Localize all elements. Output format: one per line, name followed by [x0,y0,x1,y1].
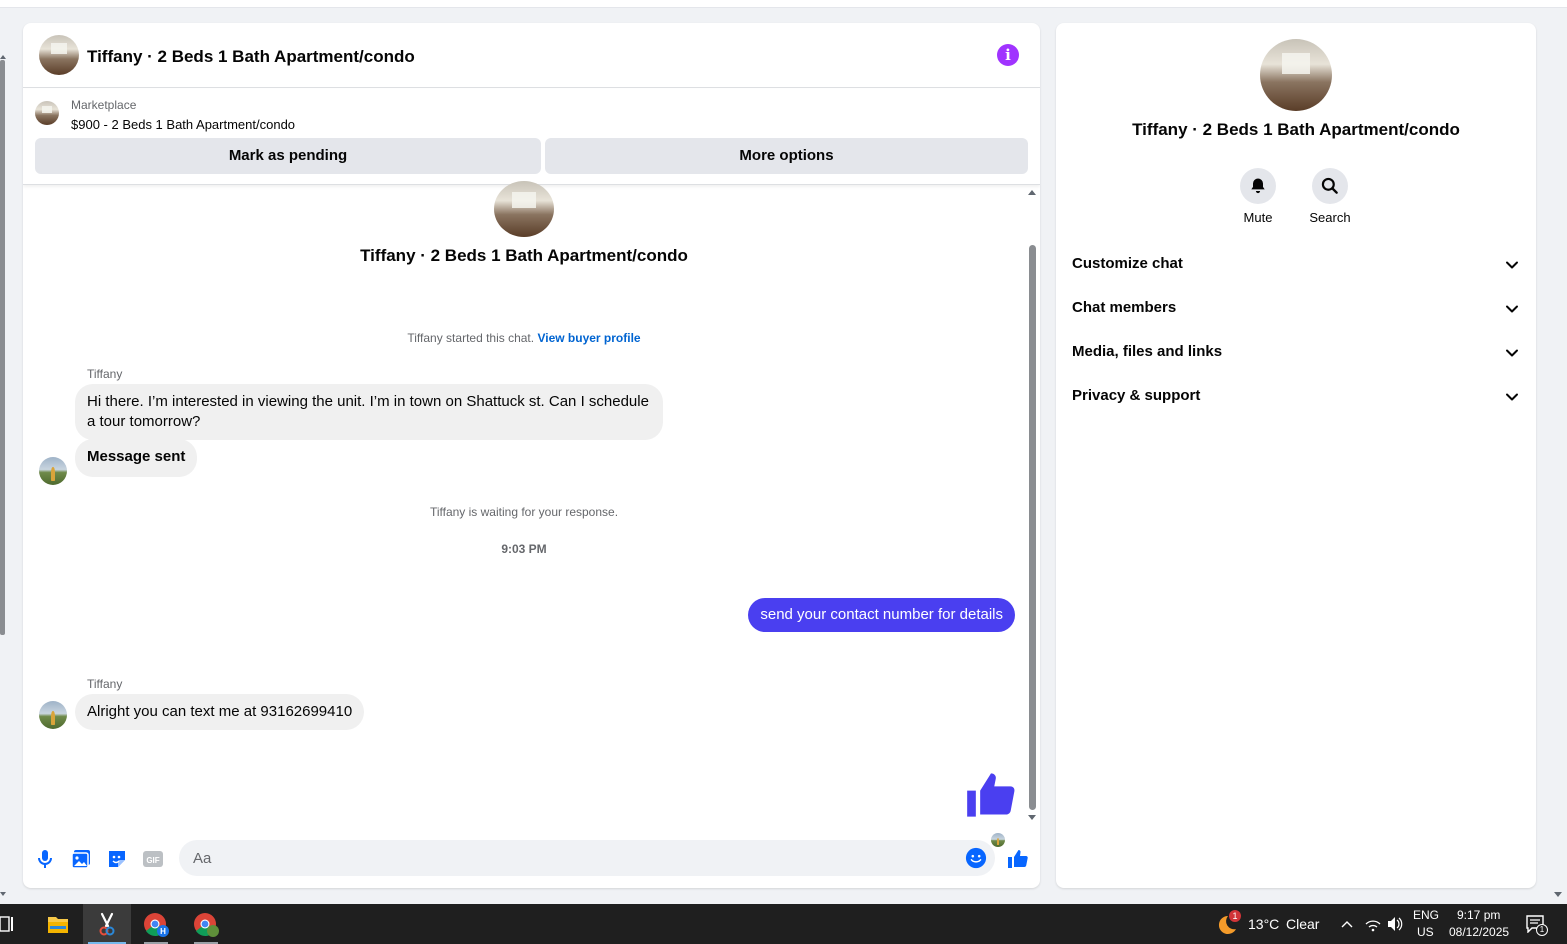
chevron-down-icon [1506,305,1518,313]
info-avatar[interactable] [1260,39,1332,111]
mute-button[interactable]: Mute [1228,168,1288,225]
page-scroll-down-arrow[interactable] [1554,892,1562,897]
chat-started-notice: Tiffany started this chat. View buyer pr… [23,331,1025,345]
more-options-button[interactable]: More options [545,138,1028,174]
listing-title[interactable]: $900 - 2 Beds 1 Bath Apartment/condo [71,117,295,132]
message-scrollbar[interactable] [1026,185,1038,827]
language-indicator[interactable]: ENG US [1410,904,1440,944]
message-timestamp: 9:03 PM [501,542,547,556]
message-input[interactable] [191,840,951,876]
chat-header: Tiffany · 2 Beds 1 Bath Apartment/condo … [23,23,1040,88]
incoming-message-bubble[interactable]: Message sent [75,439,198,477]
weather-condition: Clear [1286,916,1320,932]
svg-text:GIF: GIF [146,856,159,865]
wifi-icon[interactable] [1364,904,1382,944]
section-chat-members[interactable]: Chat members [1072,288,1520,328]
sticker-icon[interactable] [105,847,129,871]
region-code: US [1417,925,1434,939]
search-label: Search [1309,210,1351,225]
chrome-profile-letter: H [160,927,166,936]
listing-source: Marketplace [71,98,137,112]
browser-top-strip [0,0,1567,8]
message-input-container[interactable] [179,840,995,876]
conversation-info-panel: Tiffany · 2 Beds 1 Bath Apartment/condo … [1056,23,1536,888]
message-composer: GIF [23,835,1040,883]
clock-date: 08/12/2025 [1449,925,1510,939]
section-privacy-support[interactable]: Privacy & support [1072,376,1520,416]
listing-card: Marketplace $900 - 2 Beds 1 Bath Apartme… [23,89,1040,185]
mark-as-pending-button[interactable]: Mark as pending [35,138,541,174]
notification-center[interactable]: 1 [1522,904,1552,944]
section-media-files-links[interactable]: Media, files and links [1072,332,1520,372]
message-list: Tiffany · 2 Beds 1 Bath Apartment/condo … [23,181,1040,847]
search-icon [1321,177,1338,194]
conversation-intro-avatar [494,181,554,237]
thumbs-up-icon[interactable] [965,769,1017,821]
mute-button-circle[interactable] [1240,168,1276,204]
language-code: ENG [1413,908,1440,922]
task-view-icon[interactable] [0,904,18,944]
chat-panel: Tiffany · 2 Beds 1 Bath Apartment/condo … [23,23,1040,888]
view-buyer-profile-link[interactable]: View buyer profile [537,331,640,345]
incoming-message-bubble[interactable]: Hi there. I’m interested in viewing the … [75,384,663,440]
windows-taskbar: H 1 13°C Clear ENG US 9:17 pm 08/12/2025 [0,904,1567,944]
scroll-down-arrow[interactable] [1028,815,1036,820]
section-label: Chat members [1072,299,1177,316]
volume-icon[interactable] [1386,904,1404,944]
section-label: Privacy & support [1072,387,1201,404]
conversation-avatar[interactable] [39,35,79,75]
search-conversation-button[interactable]: Search [1300,168,1360,225]
conversation-title[interactable]: Tiffany · 2 Beds 1 Bath Apartment/condo [87,47,415,67]
chevron-down-icon [1506,393,1518,401]
section-customize-chat[interactable]: Customize chat [1072,244,1520,284]
info-title: Tiffany · 2 Beds 1 Bath Apartment/condo [1132,120,1460,139]
waiting-notice: Tiffany is waiting for your response. [429,505,619,519]
message-sender-name: Tiffany [87,367,123,381]
info-icon[interactable]: i [997,44,1019,66]
weather-badge: 1 [1229,910,1241,922]
incoming-message-bubble[interactable]: Alright you can text me at 93162699410 [75,694,365,730]
bell-icon [1251,178,1265,194]
chevron-down-icon [1506,261,1518,269]
left-scrollbar-thumb[interactable] [0,60,5,635]
scrollbar-thumb[interactable] [1029,245,1036,810]
microphone-icon[interactable] [33,847,57,871]
gif-icon[interactable]: GIF [141,847,165,871]
left-scroll-up-arrow[interactable] [0,55,6,59]
clock[interactable]: 9:17 pm 08/12/2025 [1446,904,1516,944]
left-scroll-down-arrow[interactable] [0,892,6,896]
clock-time: 9:17 pm [1457,908,1501,922]
emoji-icon[interactable] [965,847,987,869]
chat-started-text: Tiffany started this chat. [407,331,535,345]
thumbs-up-icon[interactable] [1006,847,1030,871]
photo-icon[interactable] [69,847,93,871]
outgoing-message-bubble[interactable]: send your contact number for details [748,598,1015,632]
sender-avatar[interactable] [39,457,67,485]
section-label: Media, files and links [1072,343,1223,360]
section-label: Customize chat [1072,255,1183,272]
conversation-intro-title: Tiffany · 2 Beds 1 Bath Apartment/condo [360,246,688,265]
file-explorer-icon[interactable] [44,904,72,944]
scroll-up-arrow[interactable] [1028,190,1036,195]
sender-avatar[interactable] [39,701,67,729]
message-sender-name: Tiffany [87,677,123,691]
chevron-down-icon [1506,349,1518,357]
snipping-tool-icon[interactable] [93,904,121,944]
notification-count: 1 [1536,924,1548,936]
weather-widget[interactable]: 1 13°C Clear [1214,904,1324,944]
search-button-circle[interactable] [1312,168,1348,204]
listing-thumbnail[interactable] [35,101,59,125]
chrome-profile-h-icon[interactable]: H [141,904,171,944]
mute-label: Mute [1243,210,1273,225]
weather-temperature: 13°C [1248,916,1280,932]
chevron-up-icon[interactable] [1340,904,1354,944]
chrome-profile-icon[interactable] [191,904,221,944]
